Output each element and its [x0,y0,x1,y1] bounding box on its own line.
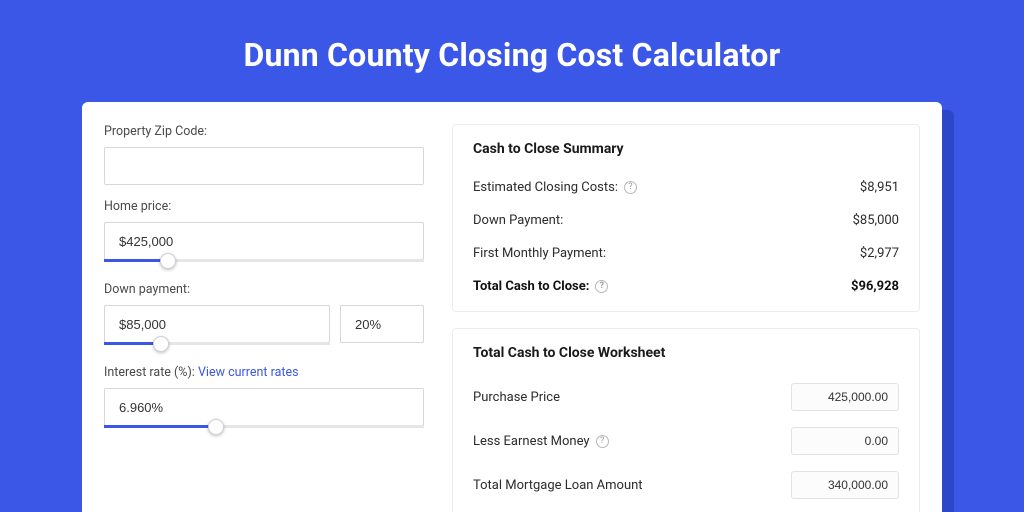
summary-panel: Cash to Close Summary Estimated Closing … [452,124,920,312]
home-price-input-wrap [104,222,424,260]
down-payment-slider-thumb[interactable] [153,336,169,352]
results-column: Cash to Close Summary Estimated Closing … [452,124,920,512]
worksheet-panel: Total Cash to Close Worksheet Purchase P… [452,328,920,512]
zip-label: Property Zip Code: [104,124,424,139]
summary-row-first-monthly: First Monthly Payment: $2,977 [473,237,899,270]
worksheet-input-earnest-money[interactable] [791,427,899,455]
down-payment-label: Down payment: [104,282,424,297]
summary-row-closing-costs: Estimated Closing Costs: ? $8,951 [473,171,899,204]
worksheet-input-purchase-price[interactable] [791,383,899,411]
home-price-field-group: Home price: [104,199,424,260]
summary-title: Cash to Close Summary [473,141,899,157]
interest-rate-input[interactable] [104,388,424,426]
home-price-slider-fill [104,259,168,262]
help-icon[interactable]: ? [596,435,609,448]
summary-label-closing-costs: Estimated Closing Costs: [473,180,618,195]
worksheet-row-earnest-money: Less Earnest Money ? [473,419,899,463]
help-icon[interactable]: ? [595,280,608,293]
help-icon[interactable]: ? [624,181,637,194]
view-current-rates-link[interactable]: View current rates [198,365,299,380]
summary-row-total: Total Cash to Close: ? $96,928 [473,270,899,303]
worksheet-row-second-mortgage: Total Second Mortgage Amount [473,507,899,512]
summary-row-down-payment: Down Payment: $85,000 [473,204,899,237]
zip-field-group: Property Zip Code: [104,124,424,185]
down-payment-amount-wrap [104,305,330,343]
summary-value-first-monthly: $2,977 [860,246,899,261]
down-payment-field-group: Down payment: [104,282,424,343]
summary-label-total: Total Cash to Close: [473,279,589,294]
zip-input[interactable] [104,147,424,185]
summary-label-down-payment: Down Payment: [473,213,563,228]
down-payment-row [104,305,424,343]
summary-value-down-payment: $85,000 [853,213,899,228]
worksheet-input-mortgage-loan[interactable] [791,471,899,499]
worksheet-row-purchase-price: Purchase Price [473,375,899,419]
summary-value-total: $96,928 [851,279,899,294]
page-title: Dunn County Closing Cost Calculator [0,0,1024,102]
inputs-column: Property Zip Code: Home price: Down paym… [104,124,424,512]
interest-rate-slider-thumb[interactable] [208,419,224,435]
worksheet-title: Total Cash to Close Worksheet [473,345,899,361]
interest-rate-slider-fill [104,425,216,428]
summary-value-closing-costs: $8,951 [860,180,899,195]
worksheet-label-purchase-price: Purchase Price [473,390,560,405]
home-price-slider-thumb[interactable] [160,253,176,269]
interest-rate-input-wrap [104,388,424,426]
home-price-label: Home price: [104,199,424,214]
calculator-card: Property Zip Code: Home price: Down paym… [82,102,942,512]
down-payment-amount-input[interactable] [104,305,330,343]
interest-rate-field-group: Interest rate (%): View current rates [104,365,424,426]
interest-rate-label-wrap: Interest rate (%): View current rates [104,365,424,380]
calculator-card-wrap: Property Zip Code: Home price: Down paym… [82,102,942,512]
down-payment-pct-input[interactable] [340,305,424,343]
home-price-input[interactable] [104,222,424,260]
worksheet-label-earnest-money: Less Earnest Money [473,434,590,449]
worksheet-label-mortgage-loan: Total Mortgage Loan Amount [473,478,643,493]
interest-rate-label: Interest rate (%): [104,365,195,380]
worksheet-row-mortgage-loan: Total Mortgage Loan Amount [473,463,899,507]
summary-label-first-monthly: First Monthly Payment: [473,246,606,261]
